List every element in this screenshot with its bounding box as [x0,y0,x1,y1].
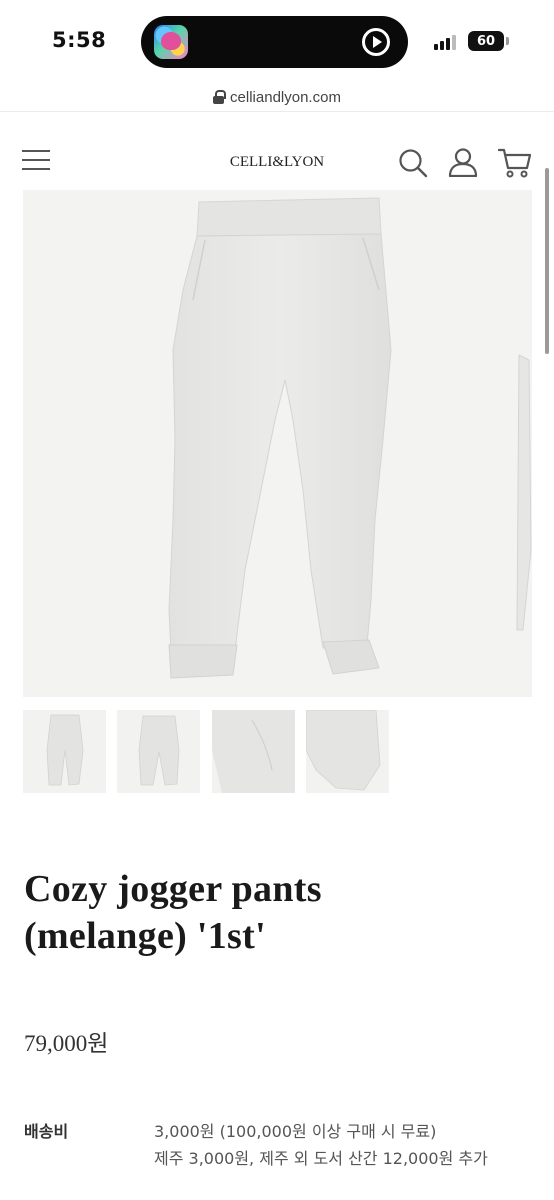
thumbnail-front[interactable] [23,710,106,793]
play-circle-icon[interactable] [362,28,390,56]
shipping-fee-text: 3,000원 (100,000원 이상 구매 시 무료) [154,1122,437,1141]
thumbnail-detail-waist[interactable] [212,710,295,793]
lock-icon [213,90,227,104]
user-icon[interactable] [448,147,478,177]
heart-app-icon [154,25,188,59]
battery-indicator: 60 [468,31,509,51]
clock: 5:58 [52,28,107,52]
thumbnail-detail-cuff[interactable] [306,710,389,793]
cart-icon[interactable] [498,148,532,178]
url-text[interactable]: celliandlyon.com [230,89,341,106]
status-bar: 5:58 60 [0,0,554,84]
shipping-label: 배송비 [24,1122,69,1141]
product-price: 79,000원 [24,1031,109,1056]
product-main-image[interactable] [23,190,532,697]
dynamic-island[interactable] [141,16,408,68]
thumbnail-back[interactable] [117,710,200,793]
divider [0,111,554,112]
cellular-signal-icon [434,34,460,50]
jogger-pants-illustration [168,197,532,679]
product-title-line1: Cozy jogger pants [24,868,322,910]
site-header: CELLI&LYON [0,128,554,192]
thumbnail-gallery [23,710,532,793]
product-title-line2: (melange) '1st' [24,915,266,957]
shipping-extra-text: 제주 3,000원, 제주 외 도서 산간 12,000원 추가 [154,1149,488,1168]
search-icon[interactable] [398,148,428,178]
product-title: Cozy jogger pants (melange) '1st' [24,866,534,960]
scrollbar[interactable] [545,168,549,354]
address-bar[interactable]: celliandlyon.com [0,84,554,110]
